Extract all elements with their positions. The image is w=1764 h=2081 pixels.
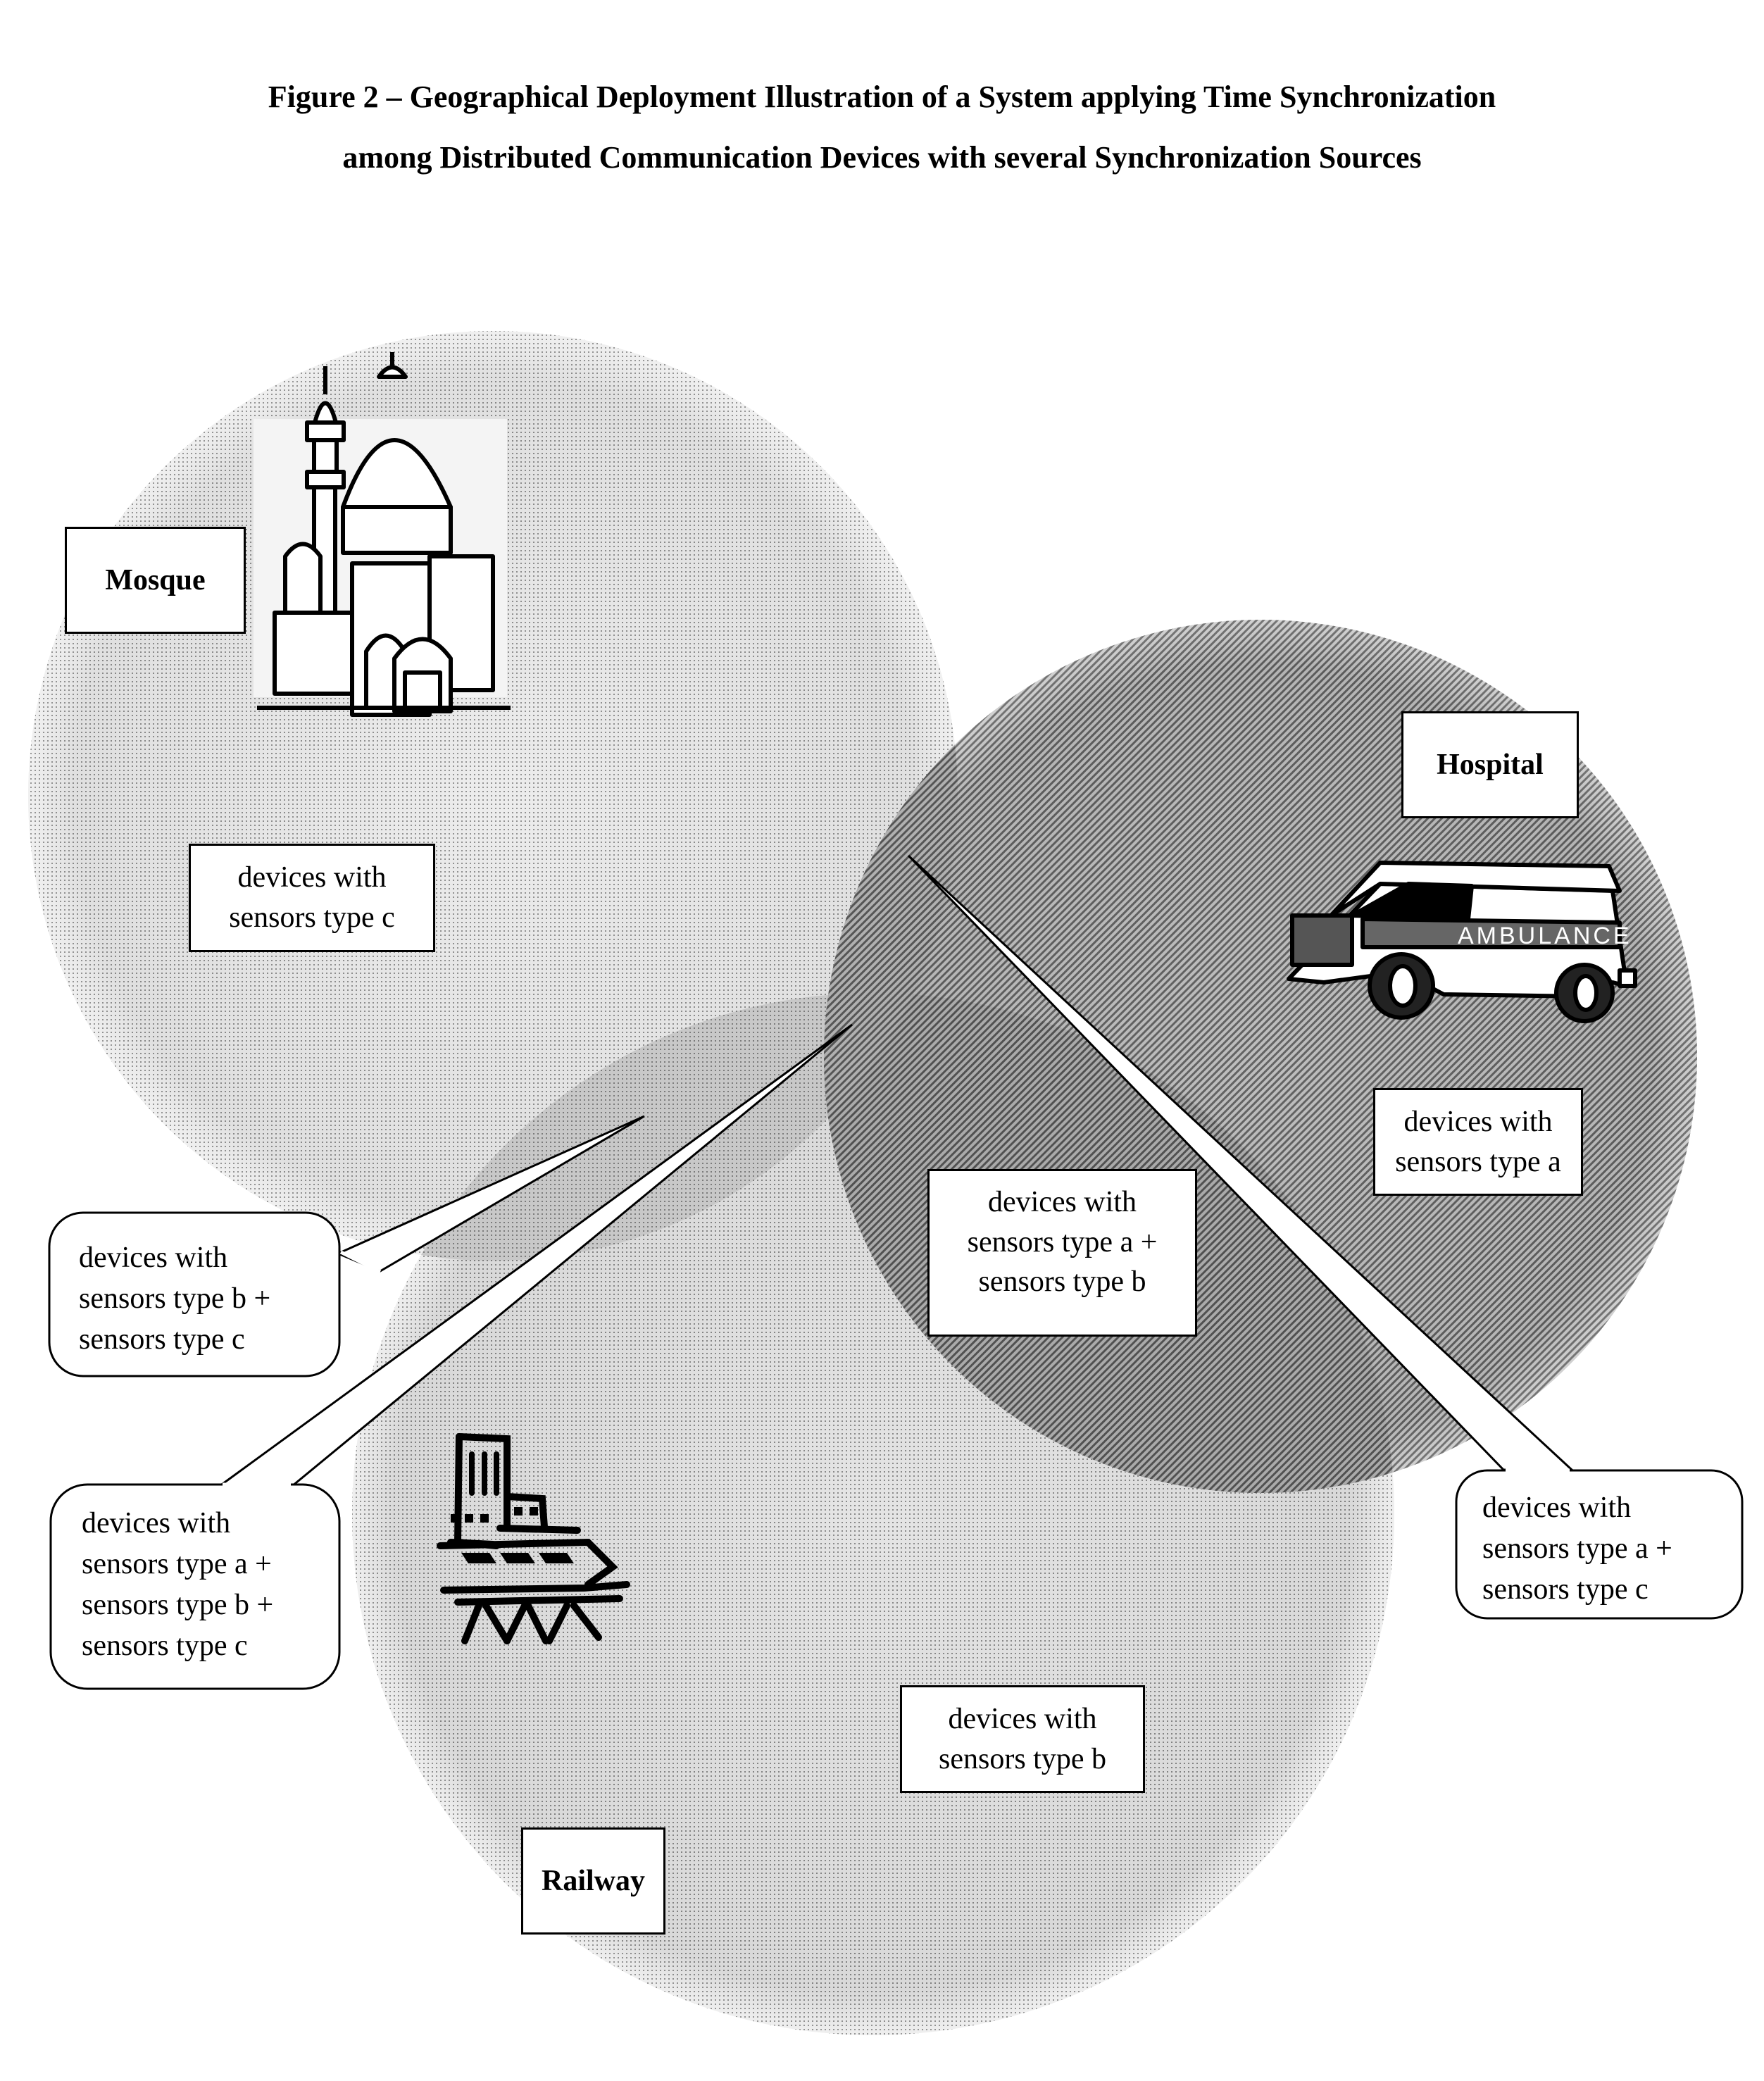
devices-box-hospital-railway: devices with sensors type a + sensors ty…: [927, 1169, 1197, 1337]
ambulance-text: AMBULANCE: [1458, 923, 1632, 949]
callout-text-bc: devices with sensors type b + sensors ty…: [79, 1242, 271, 1356]
mosque-label-text: Mosque: [105, 563, 206, 596]
callout-text-ac: devices with sensors type a + sensors ty…: [1482, 1492, 1672, 1606]
hospital-label: Hospital: [1401, 711, 1579, 818]
hospital-label-text: Hospital: [1437, 748, 1544, 781]
railway-label-text: Railway: [542, 1864, 645, 1897]
callout-text-abc: devices with sensors type a + sensors ty…: [82, 1507, 274, 1662]
devices-text-type-b: devices with sensors type b: [939, 1702, 1106, 1775]
devices-text-type-a-b: devices with sensors type a + sensors ty…: [967, 1185, 1158, 1299]
devices-text-type-a: devices with sensors type a: [1395, 1105, 1561, 1178]
devices-box-mosque: devices with sensors type c: [189, 844, 435, 952]
devices-text-type-c: devices with sensors type c: [229, 861, 395, 934]
devices-box-railway: devices with sensors type b: [900, 1685, 1145, 1793]
mosque-label: Mosque: [65, 527, 246, 634]
venn-diagram: AMBULANCE: [28, 331, 1744, 2035]
devices-box-hospital: devices with sensors type a: [1373, 1088, 1583, 1196]
railway-label: Railway: [521, 1827, 665, 1935]
